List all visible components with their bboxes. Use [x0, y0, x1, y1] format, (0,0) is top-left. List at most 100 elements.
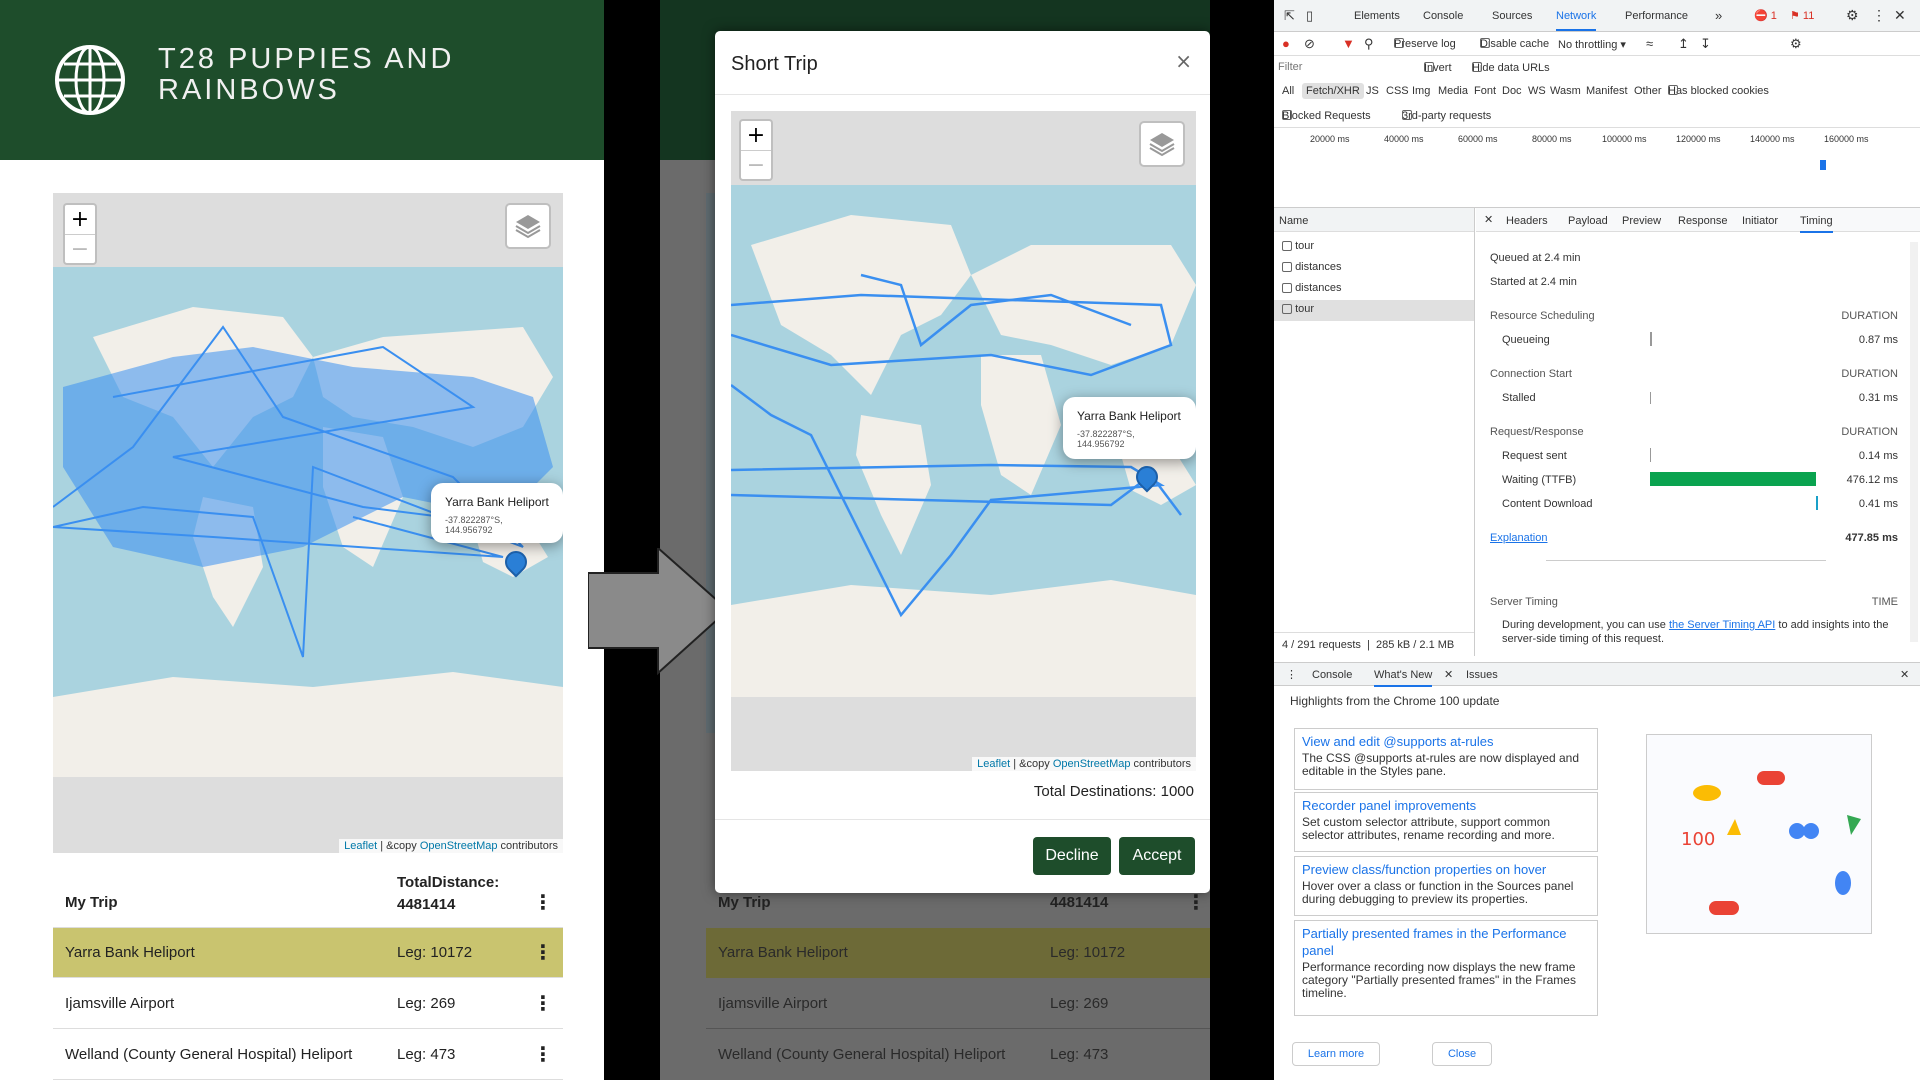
record-icon[interactable]: ● — [1282, 36, 1290, 51]
download-icon[interactable]: ↧ — [1700, 36, 1711, 52]
server-timing-link[interactable]: the Server Timing API — [1669, 619, 1775, 631]
more-tabs-icon[interactable]: » — [1715, 8, 1722, 23]
close-whats-new-icon[interactable]: ✕ — [1444, 668, 1453, 681]
detail-tabbar: ✕ Headers Payload Preview Response Initi… — [1476, 208, 1920, 233]
wifi-icon[interactable]: ≈ — [1646, 36, 1653, 51]
filter-ws[interactable]: WS — [1528, 85, 1546, 97]
row-menu-icon[interactable]: ⋮ — [533, 1042, 553, 1066]
drawer-tab-issues[interactable]: Issues — [1466, 669, 1498, 681]
card-title[interactable]: Preview class/function properties on hov… — [1302, 861, 1590, 878]
throttling-select[interactable]: No throttling ▾ — [1558, 38, 1626, 51]
trip-row[interactable]: Welland (County General Hospital) Helipo… — [53, 1030, 563, 1080]
leaflet-link[interactable]: Leaflet — [977, 758, 1010, 770]
close-drawer-icon[interactable]: ✕ — [1900, 668, 1909, 681]
osm-link[interactable]: OpenStreetMap — [420, 840, 498, 852]
request-row[interactable]: distances — [1282, 261, 1342, 273]
blocked-requests-checkbox[interactable]: Blocked Requests — [1282, 110, 1371, 122]
filter-media[interactable]: Media — [1438, 85, 1468, 97]
preserve-log-checkbox[interactable]: Preserve log — [1394, 38, 1456, 50]
disable-cache-checkbox[interactable]: Disable cache — [1480, 38, 1549, 50]
card-title[interactable]: Recorder panel improvements — [1302, 797, 1590, 814]
zoom-out-button[interactable]: − — [65, 234, 95, 263]
filter-icon[interactable]: ▼ — [1342, 36, 1355, 51]
close-detail-icon[interactable]: ✕ — [1484, 213, 1493, 226]
network-settings-gear-icon[interactable]: ⚙ — [1790, 36, 1802, 52]
search-icon[interactable]: ⚲ — [1364, 36, 1374, 52]
filter-doc[interactable]: Doc — [1502, 85, 1522, 97]
card-title[interactable]: Partially presented frames in the Perfor… — [1302, 925, 1590, 959]
request-row[interactable]: tour — [1282, 240, 1314, 252]
tab-sources[interactable]: Sources — [1492, 10, 1532, 22]
detail-scrollbar[interactable] — [1910, 242, 1918, 642]
close-icon[interactable]: × — [1175, 49, 1192, 73]
decline-button[interactable]: Decline — [1033, 837, 1111, 875]
modal-zoom-out-button[interactable]: − — [741, 150, 771, 179]
trip-menu-icon[interactable]: ⋮ — [533, 890, 553, 914]
explanation-link[interactable]: Explanation — [1490, 532, 1548, 544]
device-toolbar-icon[interactable]: ▯ — [1306, 8, 1313, 24]
tab-timing[interactable]: Timing — [1800, 215, 1833, 233]
third-party-checkbox[interactable]: 3rd-party requests — [1402, 110, 1491, 122]
error-badge[interactable]: ⛔ 1 — [1754, 9, 1777, 22]
trip-row[interactable]: Yarra Bank Heliport Leg: 10172 ⋮ — [53, 928, 563, 978]
trip-map[interactable]: + − Yarra Bank Heliport -37.822287°S, 14… — [53, 193, 563, 853]
leaflet-link[interactable]: Leaflet — [344, 840, 377, 852]
osm-link[interactable]: OpenStreetMap — [1053, 758, 1131, 770]
close-button[interactable]: Close — [1432, 1042, 1492, 1066]
timeline-tick: 140000 ms — [1750, 134, 1795, 144]
tab-network[interactable]: Network — [1556, 10, 1597, 31]
filter-js[interactable]: JS — [1366, 85, 1379, 97]
learn-more-button[interactable]: Learn more — [1292, 1042, 1380, 1066]
tab-headers[interactable]: Headers — [1506, 215, 1548, 227]
request-row[interactable]: tour — [1282, 303, 1314, 315]
filter-wasm[interactable]: Wasm — [1550, 85, 1581, 97]
close-icon[interactable]: ✕ — [1894, 7, 1906, 24]
tab-payload[interactable]: Payload — [1568, 215, 1608, 227]
filter-other[interactable]: Other — [1634, 85, 1662, 97]
row-menu-icon[interactable]: ⋮ — [533, 940, 553, 964]
drawer-tab-whats-new[interactable]: What's New — [1374, 669, 1433, 687]
filter-all[interactable]: All — [1282, 85, 1294, 97]
inspect-icon[interactable]: ⇱ — [1284, 8, 1295, 24]
upload-icon[interactable]: ↥ — [1678, 36, 1689, 52]
drawer-menu-icon[interactable]: ⋮ — [1286, 668, 1297, 681]
row-menu-icon[interactable]: ⋮ — [533, 991, 553, 1015]
filter-input[interactable] — [1278, 58, 1408, 76]
tab-initiator[interactable]: Initiator — [1742, 215, 1778, 227]
modal-zoom-in-button[interactable]: + — [741, 121, 771, 150]
whats-new-card[interactable]: Recorder panel improvements Set custom se… — [1294, 792, 1598, 852]
filter-css[interactable]: CSS — [1386, 85, 1409, 97]
more-options-icon[interactable]: ⋮ — [1872, 7, 1886, 24]
network-overview[interactable]: 20000 ms 40000 ms 60000 ms 80000 ms 1000… — [1274, 128, 1920, 208]
accept-button[interactable]: Accept — [1119, 837, 1195, 875]
issues-badge[interactable]: ⚑ 11 — [1790, 9, 1814, 22]
request-row[interactable]: distances — [1282, 282, 1342, 294]
filter-fetch-xhr[interactable]: Fetch/XHR — [1302, 83, 1364, 99]
settings-gear-icon[interactable]: ⚙ — [1846, 7, 1859, 24]
drawer-tab-console[interactable]: Console — [1312, 669, 1352, 681]
whats-new-card[interactable]: Partially presented frames in the Perfor… — [1294, 920, 1598, 1016]
filter-manifest[interactable]: Manifest — [1586, 85, 1628, 97]
tab-performance[interactable]: Performance — [1625, 10, 1688, 22]
trip-row[interactable]: Ijamsville Airport Leg: 269 ⋮ — [53, 979, 563, 1029]
invert-checkbox[interactable]: Invert — [1424, 62, 1452, 74]
devtools-tabbar: ⇱ ▯ Elements Console Sources Network Per… — [1274, 0, 1920, 32]
whats-new-card[interactable]: View and edit @supports at-rules The CSS … — [1294, 728, 1598, 790]
modal-map[interactable]: + − Yarra Bank Heliport -37.822287°S, 14… — [731, 111, 1196, 771]
name-column-header[interactable]: Name — [1274, 208, 1474, 232]
zoom-in-button[interactable]: + — [65, 205, 95, 234]
tab-response[interactable]: Response — [1678, 215, 1728, 227]
filter-img[interactable]: Img — [1412, 85, 1430, 97]
tab-console[interactable]: Console — [1423, 10, 1463, 22]
card-title[interactable]: View and edit @supports at-rules — [1302, 733, 1590, 750]
whats-new-card[interactable]: Preview class/function properties on hov… — [1294, 856, 1598, 916]
modal-layers-button[interactable] — [1139, 121, 1185, 167]
filter-font[interactable]: Font — [1474, 85, 1496, 97]
layers-button[interactable] — [505, 203, 551, 249]
blocked-cookies-checkbox[interactable]: Has blocked cookies — [1668, 85, 1769, 97]
clear-icon[interactable]: ⊘ — [1304, 36, 1315, 52]
server-timing-header: Server Timing — [1490, 596, 1558, 608]
tab-preview[interactable]: Preview — [1622, 215, 1661, 227]
tab-elements[interactable]: Elements — [1354, 10, 1400, 22]
hide-data-urls-checkbox[interactable]: Hide data URLs — [1472, 62, 1550, 74]
